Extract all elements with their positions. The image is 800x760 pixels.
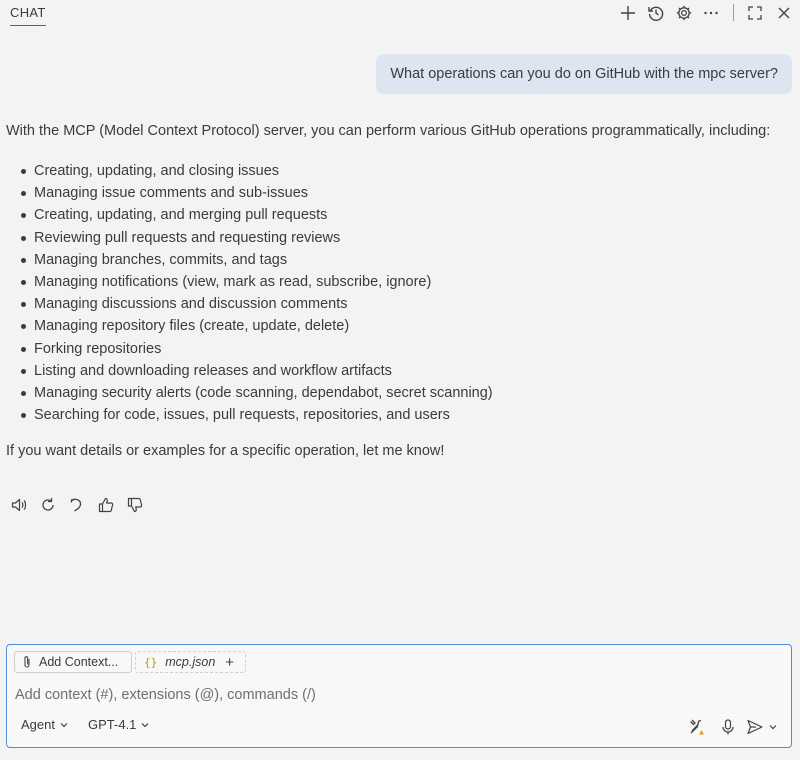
mode-label: Agent: [21, 717, 55, 732]
add-context-button[interactable]: Add Context...: [14, 651, 132, 673]
assistant-response: With the MCP (Model Context Protocol) se…: [6, 120, 786, 462]
history-icon[interactable]: [645, 2, 667, 24]
list-item: Managing notifications (view, mark as re…: [6, 271, 786, 293]
list-item: Managing issue comments and sub-issues: [6, 182, 786, 204]
thumbs-down-icon[interactable]: [124, 494, 146, 516]
list-item: Creating, updating, and merging pull req…: [6, 204, 786, 226]
gear-icon[interactable]: [673, 2, 695, 24]
chat-header: CHAT: [0, 0, 800, 28]
list-item: Searching for code, issues, pull request…: [6, 404, 786, 426]
tools-icon[interactable]: [687, 716, 709, 738]
undo-icon[interactable]: [66, 494, 88, 516]
plus-icon[interactable]: [617, 2, 639, 24]
response-list: Creating, updating, and closing issues M…: [6, 160, 786, 426]
list-item: Forking repositories: [6, 338, 786, 360]
response-actions: [8, 494, 146, 516]
list-item: Managing branches, commits, and tags: [6, 249, 786, 271]
response-outro: If you want details or examples for a sp…: [6, 443, 445, 460]
tab-chat[interactable]: CHAT: [10, 5, 46, 26]
retry-icon[interactable]: [37, 494, 59, 516]
list-item: Reviewing pull requests and requesting r…: [6, 227, 786, 249]
chat-input[interactable]: [15, 683, 775, 707]
thumbs-up-icon[interactable]: [95, 494, 117, 516]
more-icon[interactable]: [700, 2, 722, 24]
response-intro: With the MCP (Model Context Protocol) se…: [6, 123, 771, 139]
chat-composer: Add Context... {} mcp.json + Agent GPT-4…: [6, 644, 792, 748]
model-dropdown[interactable]: GPT-4.1: [88, 717, 150, 732]
mode-dropdown[interactable]: Agent: [21, 717, 69, 732]
paperclip-icon: [21, 655, 33, 669]
list-item: Managing repository files (create, updat…: [6, 315, 786, 337]
list-item: Managing discussions and discussion comm…: [6, 293, 786, 315]
chevron-down-icon: [140, 720, 150, 730]
send-options-chevron-icon[interactable]: [766, 716, 780, 738]
json-file-icon: {}: [144, 655, 158, 669]
list-item: Listing and downloading releases and wor…: [6, 360, 786, 382]
maximize-icon[interactable]: [744, 2, 766, 24]
attached-file-chip[interactable]: {} mcp.json +: [135, 651, 246, 673]
add-context-label: Add Context...: [39, 655, 119, 669]
speaker-icon[interactable]: [8, 494, 30, 516]
attached-file-name: mcp.json: [165, 655, 216, 669]
model-label: GPT-4.1: [88, 717, 137, 732]
microphone-icon[interactable]: [717, 716, 739, 738]
user-message: What operations can you do on GitHub wit…: [376, 54, 792, 94]
chevron-down-icon: [59, 720, 69, 730]
close-icon[interactable]: [773, 2, 795, 24]
list-item: Managing security alerts (code scanning,…: [6, 382, 786, 404]
send-icon[interactable]: [745, 716, 767, 738]
toolbar-divider: [733, 4, 734, 21]
list-item: Creating, updating, and closing issues: [6, 160, 786, 182]
add-file-icon[interactable]: +: [225, 654, 234, 671]
